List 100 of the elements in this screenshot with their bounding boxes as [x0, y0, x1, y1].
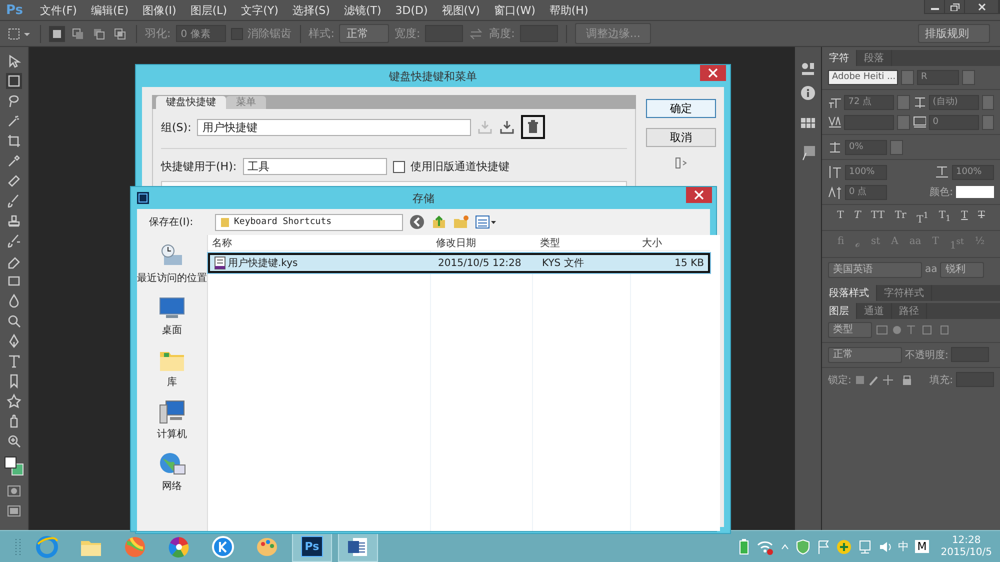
delete-set-button[interactable]: [521, 115, 546, 139]
marquee-preset-icon[interactable]: [6, 26, 32, 42]
menu-item[interactable]: 3D(D): [388, 4, 435, 16]
legacy-shortcuts-checkbox[interactable]: [392, 160, 405, 172]
add-selection-icon[interactable]: [70, 26, 86, 42]
close-button[interactable]: [686, 187, 712, 203]
save-in-dropdown[interactable]: Keyboard Shortcuts: [215, 214, 403, 230]
panel-tab[interactable]: 通道: [857, 302, 892, 319]
font-family-field[interactable]: Adobe Heiti ...: [828, 70, 898, 84]
menu-item[interactable]: 编辑(E): [84, 2, 136, 18]
menu-item[interactable]: 文字(Y): [234, 2, 286, 18]
ime-indicator[interactable]: 中: [898, 539, 910, 554]
stamp-icon[interactable]: [6, 213, 22, 229]
text-style-button[interactable]: T$_{1}$: [938, 210, 952, 226]
menu-item[interactable]: 滤镜(T): [336, 2, 388, 18]
file-row[interactable]: 用户快捷键.kys 2015/10/5 12:28 KYS 文件 15 KB: [208, 253, 710, 273]
computer-icon[interactable]: [158, 399, 186, 425]
up-folder-icon[interactable]: [431, 214, 447, 230]
antialias-checkbox[interactable]: [230, 28, 243, 40]
swatches-panel-icon[interactable]: [800, 61, 816, 77]
minimize-button[interactable]: [925, 0, 945, 13]
column-header[interactable]: 名称: [208, 236, 432, 250]
text-style-button[interactable]: T: [960, 210, 969, 226]
vertical-scale-field[interactable]: 100%: [845, 164, 887, 180]
new-folder-icon[interactable]: [453, 214, 469, 230]
panel-tab[interactable]: 路径: [892, 302, 927, 319]
star-icon[interactable]: [6, 393, 22, 409]
leading-field[interactable]: (自动): [928, 94, 979, 110]
ime-mode-indicator[interactable]: M: [915, 540, 929, 553]
shortcuts-for-dropdown[interactable]: 工具: [242, 158, 387, 175]
layer-filter-dropdown[interactable]: 类型: [828, 322, 872, 338]
panel-tab[interactable]: 图层: [822, 302, 857, 319]
menu-item[interactable]: 窗口(W): [486, 2, 542, 18]
tsume-field[interactable]: 0%: [845, 140, 887, 154]
tracking-field[interactable]: 0: [928, 114, 979, 130]
clock-time[interactable]: 12:28: [952, 534, 981, 546]
crop-icon[interactable]: [6, 133, 22, 149]
panel-tab[interactable]: 字符: [822, 50, 857, 66]
text-style-button[interactable]: T: [836, 210, 845, 226]
place-label[interactable]: 最近访问的位置: [137, 271, 207, 285]
menu-item[interactable]: 选择(S): [285, 2, 337, 18]
panel-tab[interactable]: 段落样式: [822, 284, 877, 301]
text-color-swatch[interactable]: [956, 186, 994, 198]
bandage-icon[interactable]: [6, 173, 22, 189]
globe-icon[interactable]: [158, 451, 186, 477]
text-style-button[interactable]: T: [977, 210, 986, 226]
color-swatches-icon[interactable]: [3, 455, 25, 477]
styles-panel-icon[interactable]: [800, 145, 816, 161]
baseline-shift-field[interactable]: 0 点: [845, 184, 887, 200]
column-header[interactable]: 修改日期: [432, 236, 536, 250]
feather-field[interactable]: 0 像素: [176, 25, 226, 42]
text-style-button[interactable]: T$^{1}$: [916, 210, 930, 226]
horizontal-scale-field[interactable]: 100%: [952, 164, 994, 180]
panel-tab[interactable]: 段落: [857, 50, 892, 66]
menu-item[interactable]: 图层(L): [183, 2, 234, 18]
history-brush-icon[interactable]: [6, 233, 22, 249]
eyedropper-icon[interactable]: [6, 153, 22, 169]
clock-date[interactable]: 2015/10/5: [940, 546, 992, 558]
column-header[interactable]: 大小: [638, 236, 702, 250]
taskbar-app-button[interactable]: [338, 532, 378, 562]
dialog-button[interactable]: 确定: [646, 99, 716, 118]
blend-mode-dropdown[interactable]: 正常: [828, 346, 902, 363]
column-header[interactable]: 类型: [536, 236, 638, 250]
quick-mask-icon[interactable]: [6, 483, 22, 499]
close-button[interactable]: [700, 65, 726, 81]
place-label[interactable]: 网络: [162, 479, 182, 493]
place-label[interactable]: 库: [167, 375, 177, 389]
menu-item[interactable]: 图像(I): [136, 2, 184, 18]
photoshop-taskbar-button[interactable]: Ps: [292, 532, 332, 562]
intersect-selection-icon[interactable]: [112, 26, 128, 42]
antialias-dropdown[interactable]: 锐利: [940, 262, 984, 278]
screen-mode-icon[interactable]: [6, 503, 22, 519]
grid-panel-icon[interactable]: [800, 115, 816, 131]
new-selection-icon[interactable]: [49, 26, 65, 42]
summarize-icon[interactable]: [673, 155, 689, 171]
style-dropdown[interactable]: 正常: [339, 24, 390, 43]
marquee-icon[interactable]: [6, 73, 22, 89]
wand-icon[interactable]: [6, 113, 22, 129]
text-style-button[interactable]: TT: [870, 210, 886, 226]
place-label[interactable]: 桌面: [162, 323, 182, 337]
save-as-set-icon[interactable]: [499, 119, 516, 135]
text-style-button[interactable]: Tr: [894, 210, 908, 226]
magnifier-icon[interactable]: [6, 313, 22, 329]
font-size-field[interactable]: 72 点: [844, 94, 894, 110]
dialog-tab[interactable]: 菜单: [226, 96, 266, 109]
text-style-button[interactable]: T: [853, 210, 862, 226]
monitor-icon[interactable]: [158, 295, 186, 321]
font-style-field[interactable]: R: [917, 70, 959, 84]
language-dropdown[interactable]: 美国英语: [828, 262, 922, 278]
menu-item[interactable]: 帮助(H): [542, 2, 596, 18]
workspace-dropdown[interactable]: 排版规则: [918, 24, 990, 43]
close-button[interactable]: [965, 0, 999, 13]
back-icon[interactable]: [409, 214, 425, 230]
set-dropdown[interactable]: 用户快捷键: [197, 118, 472, 136]
dialog-tab[interactable]: 键盘快捷键: [156, 96, 226, 109]
info-icon[interactable]: [800, 85, 816, 101]
restore-button[interactable]: [945, 0, 965, 13]
view-menu-icon[interactable]: [475, 214, 497, 230]
panel-tab[interactable]: 字符样式: [877, 284, 932, 301]
dialog-button[interactable]: 取消: [646, 128, 716, 147]
